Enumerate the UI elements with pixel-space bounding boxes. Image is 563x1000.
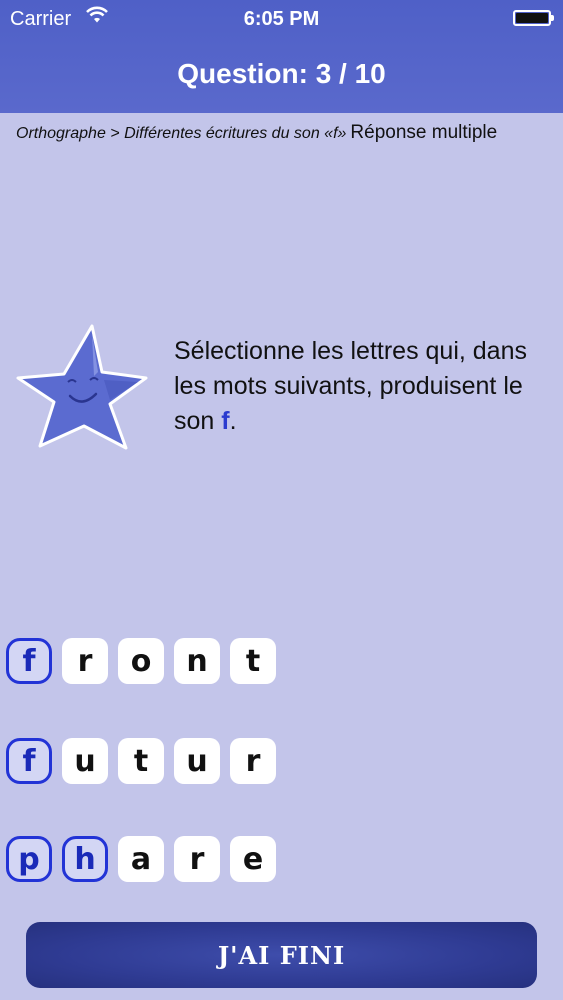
- letter-tile[interactable]: e: [230, 836, 276, 882]
- letter-tile[interactable]: p: [6, 836, 52, 882]
- letter-tile[interactable]: h: [62, 836, 108, 882]
- page-title: Question: 3 / 10: [177, 58, 386, 89]
- instruction-sound: f: [221, 407, 230, 435]
- breadcrumb: Orthographe > Différentes écritures du s…: [16, 122, 497, 144]
- letter-tile[interactable]: t: [118, 738, 164, 784]
- status-time: 6:05 PM: [243, 8, 320, 30]
- letter-tile[interactable]: t: [230, 638, 276, 684]
- status-bar: Carrier 6:05 PM: [0, 0, 563, 40]
- letter-tile[interactable]: u: [62, 738, 108, 784]
- word-phare: p h a r e: [6, 836, 276, 882]
- breadcrumb-path: Orthographe > Différentes écritures du s…: [16, 125, 347, 142]
- question-type-label: Réponse multiple: [350, 122, 498, 143]
- word-futur: f u t u r: [6, 738, 276, 784]
- letter-tile[interactable]: r: [62, 638, 108, 684]
- letter-tile[interactable]: f: [6, 738, 52, 784]
- letter-tile[interactable]: o: [118, 638, 164, 684]
- header-bar: Carrier 6:05 PM Question: 3 / 10: [0, 0, 563, 113]
- letter-tile[interactable]: r: [174, 836, 220, 882]
- smiling-star-icon: [16, 324, 148, 450]
- letter-tile[interactable]: u: [174, 738, 220, 784]
- instruction-end: .: [229, 407, 237, 435]
- letter-tile[interactable]: f: [6, 638, 52, 684]
- letter-tile[interactable]: n: [174, 638, 220, 684]
- instruction-text: Sélectionne les lettres qui, dans les mo…: [174, 334, 554, 439]
- finish-button[interactable]: J'AI FINI: [26, 922, 537, 988]
- word-front: f r o n t: [6, 638, 276, 684]
- letter-tile[interactable]: r: [230, 738, 276, 784]
- letter-tile[interactable]: a: [118, 836, 164, 882]
- battery-icon: [513, 10, 554, 26]
